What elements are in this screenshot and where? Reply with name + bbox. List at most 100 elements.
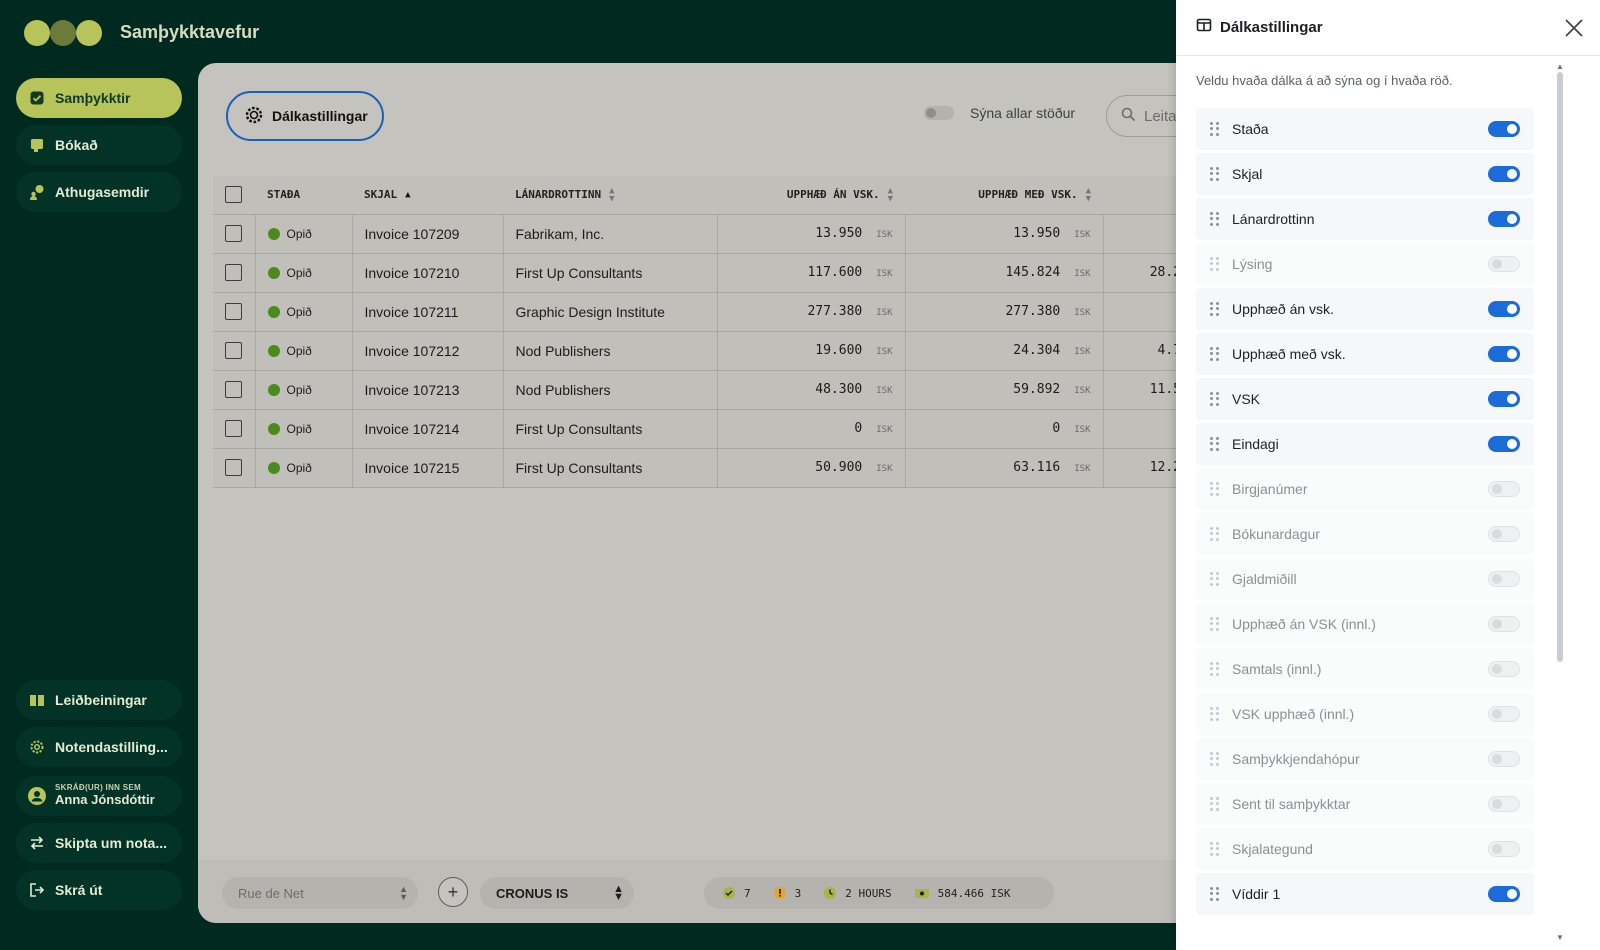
document-cell[interactable]: Invoice 107212 <box>352 331 504 371</box>
close-icon[interactable] <box>1562 16 1586 40</box>
sidebar-item-guide[interactable]: Leiðbeiningar <box>16 680 182 720</box>
column-header-net-amount[interactable]: UPPHÆÐ ÁN VSK. ▲ ▼ <box>717 176 905 215</box>
row-checkbox[interactable] <box>225 225 242 243</box>
column-header-status[interactable]: STAÐA <box>255 176 352 215</box>
column-option[interactable]: Víddir 1 <box>1196 873 1534 915</box>
scroll-down-icon[interactable]: ▼ <box>1556 933 1564 942</box>
column-header-gross-amount[interactable]: UPPHÆÐ MEÐ VSK. ▲ ▼ <box>905 176 1103 215</box>
column-option[interactable]: Birgjanúmer <box>1196 468 1534 510</box>
column-option[interactable]: Upphæð án VSK (innl.) <box>1196 603 1534 645</box>
show-all-statuses[interactable]: Sýna allar stöður <box>924 105 1075 121</box>
document-cell[interactable]: Invoice 107209 <box>352 214 504 254</box>
column-header-vendor[interactable]: LÁNARDROTTINN ▲ ▼ <box>503 176 717 215</box>
row-checkbox[interactable] <box>225 420 242 438</box>
column-visibility-toggle[interactable] <box>1488 436 1520 452</box>
add-button[interactable]: + <box>438 877 468 907</box>
drag-handle-icon[interactable] <box>1210 527 1220 541</box>
drag-handle-icon[interactable] <box>1210 122 1220 136</box>
row-checkbox[interactable] <box>225 381 242 399</box>
drag-handle-icon[interactable] <box>1210 257 1220 271</box>
column-visibility-toggle[interactable] <box>1488 391 1520 407</box>
row-checkbox[interactable] <box>225 459 242 477</box>
drag-handle-icon[interactable] <box>1210 707 1220 721</box>
column-option[interactable]: Bókunardagur <box>1196 513 1534 555</box>
table-row[interactable]: Opið Invoice 107209 Fabrikam, Inc. 13.950 IS… <box>213 214 1193 254</box>
column-settings-button[interactable]: Dálkastillingar <box>226 91 384 141</box>
column-option[interactable]: Skjalategund <box>1196 828 1534 870</box>
row-checkbox[interactable] <box>225 264 242 282</box>
sidebar-item-booked[interactable]: Bókað <box>16 125 182 165</box>
show-all-toggle[interactable] <box>924 106 954 120</box>
column-option[interactable]: Samþykkjendahópur <box>1196 738 1534 780</box>
column-visibility-toggle[interactable] <box>1488 121 1520 137</box>
column-visibility-toggle[interactable] <box>1488 886 1520 902</box>
column-option[interactable]: VSK <box>1196 378 1534 420</box>
document-cell[interactable]: Invoice 107210 <box>352 253 504 293</box>
drag-handle-icon[interactable] <box>1210 482 1220 496</box>
drag-handle-icon[interactable] <box>1210 212 1220 226</box>
column-option[interactable]: Upphæð með vsk. <box>1196 333 1534 375</box>
drag-handle-icon[interactable] <box>1210 392 1220 406</box>
drag-handle-icon[interactable] <box>1210 887 1220 901</box>
column-visibility-toggle[interactable] <box>1488 526 1520 542</box>
column-option[interactable]: Skjal <box>1196 153 1534 195</box>
column-visibility-toggle[interactable] <box>1488 841 1520 857</box>
row-checkbox[interactable] <box>225 342 242 360</box>
column-option[interactable]: Staða <box>1196 108 1534 150</box>
document-cell[interactable]: Invoice 107211 <box>352 292 504 332</box>
scroll-up-icon[interactable]: ▲ <box>1556 62 1564 71</box>
column-option[interactable]: Samtals (innl.) <box>1196 648 1534 690</box>
sidebar-item-user-settings[interactable]: Notendastilling... <box>16 727 182 767</box>
document-cell[interactable]: Invoice 107214 <box>352 409 504 449</box>
column-option[interactable]: Eindagi <box>1196 423 1534 465</box>
column-visibility-toggle[interactable] <box>1488 346 1520 362</box>
table-row[interactable]: Opið Invoice 107211 Graphic Design Institu… <box>213 292 1193 332</box>
panel-scrollbar[interactable]: ▲ ▼ <box>1556 62 1566 942</box>
column-visibility-toggle[interactable] <box>1488 166 1520 182</box>
company-select[interactable]: CRONUS IS ▲ ▼ <box>480 877 634 909</box>
column-option[interactable]: VSK upphæð (innl.) <box>1196 693 1534 735</box>
column-visibility-toggle[interactable] <box>1488 211 1520 227</box>
location-select[interactable]: Rue de Net ▲ ▼ <box>222 877 418 909</box>
sidebar-item-switch-user[interactable]: Skipta um nota... <box>16 823 182 863</box>
drag-handle-icon[interactable] <box>1210 752 1220 766</box>
column-option[interactable]: Gjaldmiðill <box>1196 558 1534 600</box>
column-visibility-toggle[interactable] <box>1488 616 1520 632</box>
column-visibility-toggle[interactable] <box>1488 661 1520 677</box>
table-row[interactable]: Opið Invoice 107212 Nod Publishers 19.600 IS… <box>213 331 1193 371</box>
column-visibility-toggle[interactable] <box>1488 706 1520 722</box>
drag-handle-icon[interactable] <box>1210 302 1220 316</box>
column-option[interactable]: Lýsing <box>1196 243 1534 285</box>
drag-handle-icon[interactable] <box>1210 617 1220 631</box>
drag-handle-icon[interactable] <box>1210 662 1220 676</box>
column-visibility-toggle[interactable] <box>1488 751 1520 767</box>
column-option[interactable]: Lánardrottinn <box>1196 198 1534 240</box>
document-cell[interactable]: Invoice 107215 <box>352 448 504 488</box>
drag-handle-icon[interactable] <box>1210 797 1220 811</box>
column-header-document[interactable]: SKJAL ▲ <box>352 176 503 215</box>
drag-handle-icon[interactable] <box>1210 572 1220 586</box>
column-visibility-toggle[interactable] <box>1488 796 1520 812</box>
row-checkbox[interactable] <box>225 303 242 321</box>
sidebar-item-logout[interactable]: Skrá út <box>16 870 182 910</box>
sidebar-item-approvals[interactable]: Samþykktir <box>16 78 182 118</box>
column-visibility-toggle[interactable] <box>1488 571 1520 587</box>
column-visibility-toggle[interactable] <box>1488 256 1520 272</box>
select-all-checkbox[interactable] <box>225 186 242 204</box>
column-visibility-toggle[interactable] <box>1488 481 1520 497</box>
signed-in-user[interactable]: SKRÁÐ(UR) INN SEM Anna Jónsdóttir <box>16 776 182 816</box>
document-cell[interactable]: Invoice 107213 <box>352 370 504 410</box>
column-option[interactable]: Sent til samþykktar <box>1196 783 1534 825</box>
drag-handle-icon[interactable] <box>1210 167 1220 181</box>
sidebar-item-comments[interactable]: Athugasemdir <box>16 172 182 212</box>
column-option[interactable]: Upphæð án vsk. <box>1196 288 1534 330</box>
table-row[interactable]: Opið Invoice 107215 First Up Consultants 50… <box>213 448 1193 488</box>
table-row[interactable]: Opið Invoice 107210 First Up Consultants 11… <box>213 253 1193 293</box>
scrollbar-thumb[interactable] <box>1557 72 1563 662</box>
drag-handle-icon[interactable] <box>1210 347 1220 361</box>
drag-handle-icon[interactable] <box>1210 842 1220 856</box>
drag-handle-icon[interactable] <box>1210 437 1220 451</box>
table-row[interactable]: Opið Invoice 107214 First Up Consultants 0 I… <box>213 409 1193 449</box>
column-visibility-toggle[interactable] <box>1488 301 1520 317</box>
table-row[interactable]: Opið Invoice 107213 Nod Publishers 48.300 IS… <box>213 370 1193 410</box>
